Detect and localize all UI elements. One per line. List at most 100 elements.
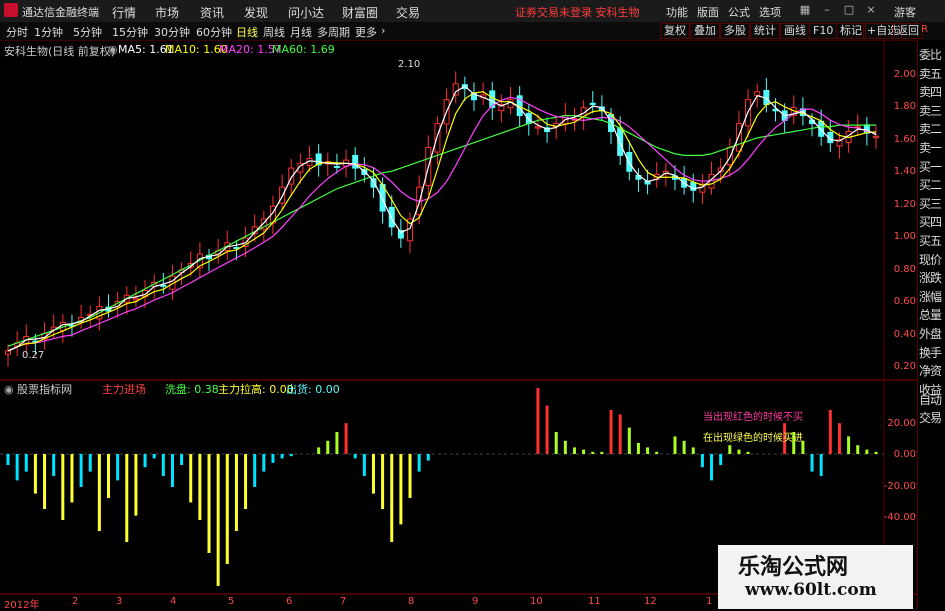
low-marker: 0.27 bbox=[22, 350, 45, 361]
period-1min[interactable]: 1分钟 bbox=[34, 24, 63, 40]
maximize-icon[interactable]: □ bbox=[840, 2, 858, 18]
yaxis-label: 1.40 bbox=[893, 166, 916, 177]
quote-field: 总量 bbox=[919, 308, 942, 323]
candle bbox=[534, 126, 541, 129]
indicator-bar bbox=[125, 454, 129, 542]
ma60-line bbox=[7, 114, 876, 347]
indicator-bar bbox=[682, 440, 686, 454]
period-15min[interactable]: 15分钟 bbox=[112, 24, 148, 40]
xaxis-label: 4 bbox=[170, 596, 177, 607]
indicator-bar bbox=[728, 445, 732, 454]
candle bbox=[132, 297, 139, 301]
indicator-bar bbox=[152, 454, 156, 459]
indicator-bar bbox=[691, 447, 695, 454]
xaxis-label: 12 bbox=[644, 596, 657, 607]
menu-quotes[interactable]: 行情 bbox=[112, 4, 136, 21]
indicator-bar bbox=[33, 454, 37, 494]
toolbar-adjust[interactable]: 复权 bbox=[660, 23, 690, 39]
indicator-bar bbox=[417, 454, 421, 472]
toolbar-stats[interactable]: 统计 bbox=[750, 23, 780, 39]
watermark-url: www.60lt.com bbox=[745, 580, 877, 600]
period-multi[interactable]: 多周期 bbox=[317, 24, 350, 40]
indicator-bar bbox=[874, 451, 878, 454]
guest-user[interactable]: 游客 bbox=[894, 4, 916, 20]
indicator-bar bbox=[61, 454, 65, 520]
toolbar-back[interactable]: 返回 bbox=[893, 23, 923, 39]
indicator-bar bbox=[582, 449, 586, 454]
indicator-title: ◉ 股票指标网 bbox=[4, 381, 72, 397]
ind-yaxis-label: -40.00 bbox=[883, 512, 916, 523]
indicator-bar bbox=[43, 454, 47, 509]
indicator-bar bbox=[134, 454, 138, 516]
indicator-bar bbox=[280, 454, 284, 459]
menu-trade[interactable]: 交易 bbox=[396, 4, 420, 21]
indicator-bar bbox=[646, 447, 650, 454]
toolbar-draw[interactable]: 画线 bbox=[780, 23, 810, 39]
indicator-bar bbox=[673, 436, 677, 454]
candle bbox=[525, 112, 532, 125]
xaxis-label: 6 bbox=[286, 596, 293, 607]
close-icon[interactable]: × bbox=[862, 2, 880, 18]
period-more[interactable]: 更多 bbox=[355, 24, 377, 40]
toolbar-f10[interactable]: F10 bbox=[809, 23, 838, 39]
indicator-bar bbox=[207, 454, 211, 553]
menu-market[interactable]: 市场 bbox=[155, 4, 179, 21]
menu-layout[interactable]: 版面 bbox=[697, 4, 719, 20]
quote-field: 外盘 bbox=[919, 327, 942, 341]
indicator-bar bbox=[70, 454, 74, 503]
indicator-bar bbox=[253, 454, 257, 487]
indicator-dot-icon[interactable]: ◉ bbox=[4, 383, 17, 396]
menu-xiaoda[interactable]: 问小达 bbox=[288, 4, 324, 21]
indicator-bar bbox=[198, 454, 202, 520]
period-intraday[interactable]: 分时 bbox=[6, 24, 28, 40]
period-30min[interactable]: 30分钟 bbox=[154, 24, 190, 40]
period-daily[interactable]: 日线 bbox=[236, 24, 258, 40]
indicator-bar bbox=[554, 432, 558, 454]
yaxis-label: 2.00 bbox=[893, 69, 916, 80]
minimize-icon[interactable]: – bbox=[818, 2, 836, 18]
xaxis-label: 11 bbox=[588, 596, 601, 607]
auto-trade-tab[interactable]: 自动 bbox=[919, 391, 945, 408]
candle bbox=[452, 83, 459, 96]
quote-field: 净资 bbox=[919, 364, 942, 379]
menu-function[interactable]: 功能 bbox=[666, 4, 688, 20]
layout-icon[interactable]: ▦ bbox=[796, 2, 814, 18]
indicator-bar bbox=[225, 454, 229, 564]
indicator-bar bbox=[143, 454, 147, 468]
menu-options[interactable]: 选项 bbox=[759, 4, 781, 20]
indicator-bar bbox=[180, 454, 184, 465]
period-monthly[interactable]: 月线 bbox=[290, 24, 312, 40]
indicator-bar bbox=[600, 451, 604, 454]
period-60min[interactable]: 60分钟 bbox=[196, 24, 232, 40]
indicator-bar bbox=[536, 388, 540, 454]
candle bbox=[617, 127, 624, 156]
xaxis-label: 1 bbox=[706, 596, 713, 607]
indicator-bar bbox=[335, 432, 339, 454]
menu-discover[interactable]: 发现 bbox=[244, 4, 268, 21]
toolbar-multi-stock[interactable]: 多股 bbox=[720, 23, 750, 39]
indicator-bar bbox=[627, 427, 631, 454]
period-5min[interactable]: 5分钟 bbox=[73, 24, 102, 40]
more-chevron-icon[interactable]: › bbox=[381, 24, 385, 37]
menu-news[interactable]: 资讯 bbox=[200, 4, 224, 21]
indicator-bar bbox=[390, 454, 394, 542]
toolbar-mark[interactable]: 标记 bbox=[836, 23, 866, 39]
indicator-bar bbox=[6, 454, 10, 465]
yaxis-label: 1.00 bbox=[893, 231, 916, 242]
quote-field: 卖三 bbox=[919, 103, 942, 118]
kline-chart[interactable] bbox=[0, 40, 917, 600]
yaxis-label: 1.20 bbox=[893, 199, 916, 210]
period-weekly[interactable]: 周线 bbox=[263, 24, 285, 40]
xaxis-label: 5 bbox=[228, 596, 235, 607]
menu-formula[interactable]: 公式 bbox=[728, 4, 750, 20]
indicator-bar bbox=[856, 445, 860, 454]
yaxis-label: 0.80 bbox=[893, 264, 916, 275]
xaxis-label: 10 bbox=[530, 596, 543, 607]
app-title: 通达信金融终端 bbox=[22, 6, 99, 19]
auto-trade-tab[interactable]: 交易 bbox=[919, 409, 945, 426]
indicator-bar bbox=[97, 454, 101, 531]
xaxis-label: 7 bbox=[340, 596, 347, 607]
toolbar-overlay[interactable]: 叠加 bbox=[690, 23, 720, 39]
menu-wealth[interactable]: 财富圈 bbox=[342, 4, 378, 21]
exit-value: 出货: 0.00 bbox=[286, 383, 340, 396]
